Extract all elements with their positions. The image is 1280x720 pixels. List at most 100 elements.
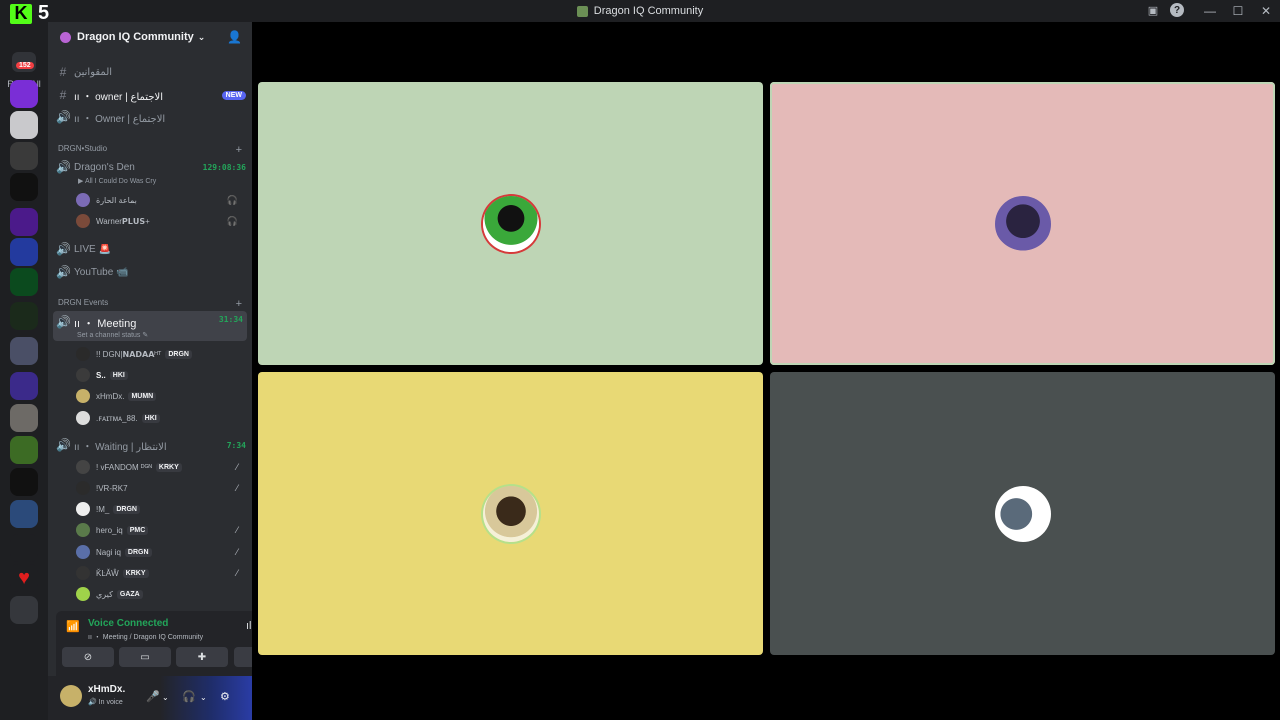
- server-logo-icon: [60, 31, 71, 43]
- voice-channel-waiting[interactable]: 🔊 ıı ・ Waiting | الانتظار 7:34: [56, 435, 246, 455]
- overlay-number: 5: [38, 2, 50, 24]
- list-item[interactable]: ! vFANDOM ᴰᴳᴺ KRKY ⁄: [76, 457, 242, 477]
- voice-status[interactable]: Voice Connected: [88, 618, 168, 629]
- server-icon: [576, 5, 588, 17]
- avatar: [76, 460, 90, 474]
- new-badge: NEW: [221, 90, 246, 100]
- server-icon-15[interactable]: [10, 534, 38, 562]
- server-icon-3[interactable]: [10, 142, 38, 170]
- list-item[interactable]: xHmDx. MUMN: [76, 386, 242, 406]
- channel-item[interactable]: # ıı ・ owner | الاجتماع NEW: [56, 85, 246, 105]
- deafened-icon: 🎧: [226, 194, 238, 205]
- unread-badge: 152: [16, 62, 34, 69]
- server-header[interactable]: Dragon IQ Community ⌄ 👤: [48, 22, 252, 52]
- server-icon-6[interactable]: [10, 238, 38, 266]
- avatar: [76, 545, 90, 559]
- kick-logo: K: [10, 3, 32, 24]
- hash-icon: #: [59, 65, 67, 79]
- server-icon-13[interactable]: [10, 468, 38, 496]
- pencil-icon: ✎: [142, 332, 149, 339]
- voice-stage: [252, 22, 1280, 720]
- close-button[interactable]: ✕: [1252, 4, 1280, 18]
- voice-channel-item[interactable]: 🔊 YouTube 📹: [56, 262, 246, 282]
- server-icon-14[interactable]: [10, 500, 38, 528]
- kick-overlay: K 5: [10, 2, 49, 25]
- channel-activity: ▶ All I Could Do Was Cry: [78, 178, 157, 185]
- category-header[interactable]: DRGN•Studio +: [58, 144, 242, 156]
- activities-icon: ✚: [197, 651, 207, 663]
- signal-icon[interactable]: 📶: [66, 620, 80, 633]
- participant-tile[interactable]: [258, 82, 763, 365]
- muted-icon: ⁄: [236, 483, 238, 493]
- chevron-down-icon[interactable]: ⌄: [200, 693, 207, 702]
- heart-icon[interactable]: ♥: [10, 564, 38, 592]
- server-icon-11[interactable]: [10, 404, 38, 432]
- channel-item[interactable]: # المقوانين: [56, 62, 246, 82]
- list-item[interactable]: S.. HKI: [76, 365, 242, 385]
- gear-icon[interactable]: ⚙: [220, 690, 230, 703]
- muted-icon: 🎧: [226, 215, 238, 226]
- list-item[interactable]: Warner𝗣𝗟𝗨𝗦+ 🎧: [76, 211, 242, 231]
- headphones-icon[interactable]: 🎧: [182, 690, 196, 703]
- avatar: [76, 502, 90, 516]
- user-status: 🔊 In voice: [88, 699, 123, 706]
- activities-button[interactable]: ✚: [176, 647, 228, 667]
- muted-icon: ⁄: [236, 525, 238, 535]
- list-item[interactable]: !! DGN|𝗡𝗔𝗗𝗔𝗔ᴴᵀ DRGN: [76, 344, 242, 364]
- maximize-button[interactable]: ☐: [1224, 4, 1252, 18]
- voice-channel-item[interactable]: 🔊 Dragon's Den 129:08:36: [56, 157, 246, 177]
- inbox-icon[interactable]: ▣: [1146, 3, 1160, 17]
- server-icon-12[interactable]: [10, 436, 38, 464]
- screen-share-icon: ▭: [140, 651, 150, 663]
- muted-icon: ⁄: [236, 568, 238, 578]
- username[interactable]: xHmDx.: [88, 684, 125, 695]
- screen-share-button[interactable]: ▭: [119, 647, 171, 667]
- list-item[interactable]: !VR-RK7 ⁄: [76, 478, 242, 498]
- add-channel-icon[interactable]: +: [236, 298, 242, 310]
- speaker-icon: 🔊: [56, 315, 71, 329]
- participant-tile[interactable]: [258, 372, 763, 655]
- list-item[interactable]: hero_iq PMC ⁄: [76, 520, 242, 540]
- chevron-down-icon[interactable]: ⌄: [162, 693, 169, 702]
- add-channel-icon[interactable]: +: [236, 144, 242, 156]
- avatar: [76, 347, 90, 361]
- window-title-text: Dragon IQ Community: [593, 5, 704, 17]
- server-icon-4[interactable]: [10, 173, 38, 201]
- voice-channel-link[interactable]: ıı ・ Meeting / Dragon IQ Community: [88, 632, 203, 642]
- home-button[interactable]: 152: [12, 52, 36, 72]
- list-item[interactable]: .ꜰᴀɪᴛᴍᴀ_88. HKI: [76, 408, 242, 428]
- category-header[interactable]: DRGN Events +: [58, 298, 242, 310]
- participant-tile[interactable]: [770, 82, 1275, 365]
- list-item[interactable]: Nagi iq DRGN ⁄: [76, 542, 242, 562]
- list-item[interactable]: بماعة الحارة 🎧: [76, 190, 242, 210]
- channel-item[interactable]: 🔊 ıı ・ Owner | الاجتماع: [56, 107, 246, 127]
- participant-tile[interactable]: [770, 372, 1275, 655]
- server-icon-16[interactable]: [10, 596, 38, 624]
- help-icon[interactable]: ?: [1170, 3, 1184, 17]
- server-icon-2[interactable]: [10, 111, 38, 139]
- server-icon-8[interactable]: [10, 302, 38, 330]
- list-item[interactable]: !M_ DRGN: [76, 499, 242, 519]
- avatar: [482, 195, 539, 252]
- avatar: [76, 368, 90, 382]
- server-icon-10[interactable]: [10, 372, 38, 400]
- title-bar: Dragon IQ Community ▣ ? — ☐ ✕: [0, 0, 1280, 22]
- channel-status[interactable]: Set a channel status ✎: [77, 331, 148, 339]
- microphone-icon[interactable]: 🎤: [146, 690, 160, 703]
- camera-off-button[interactable]: ⊘: [62, 647, 114, 667]
- avatar: [76, 411, 90, 425]
- list-item[interactable]: ǨĿǍŴ KRKY ⁄: [76, 563, 242, 583]
- channel-timer: 31:34: [218, 315, 243, 324]
- server-icon-5[interactable]: [10, 208, 38, 236]
- add-user-icon[interactable]: 👤: [227, 30, 242, 44]
- list-item[interactable]: كيري GAZA: [76, 584, 242, 604]
- server-icon-9[interactable]: [10, 337, 38, 365]
- avatar: [76, 214, 90, 228]
- server-icon-7[interactable]: [10, 268, 38, 296]
- server-icon-1[interactable]: [10, 80, 38, 108]
- minimize-button[interactable]: —: [1196, 4, 1224, 18]
- avatar[interactable]: [60, 685, 82, 707]
- speaker-icon: 🔊: [56, 160, 71, 174]
- voice-channel-item[interactable]: 🔊 LIVE 🚨: [56, 239, 246, 259]
- user-panel: xHmDx. 🔊 In voice 🎤 ⌄ 🎧 ⌄ ⚙: [48, 676, 252, 720]
